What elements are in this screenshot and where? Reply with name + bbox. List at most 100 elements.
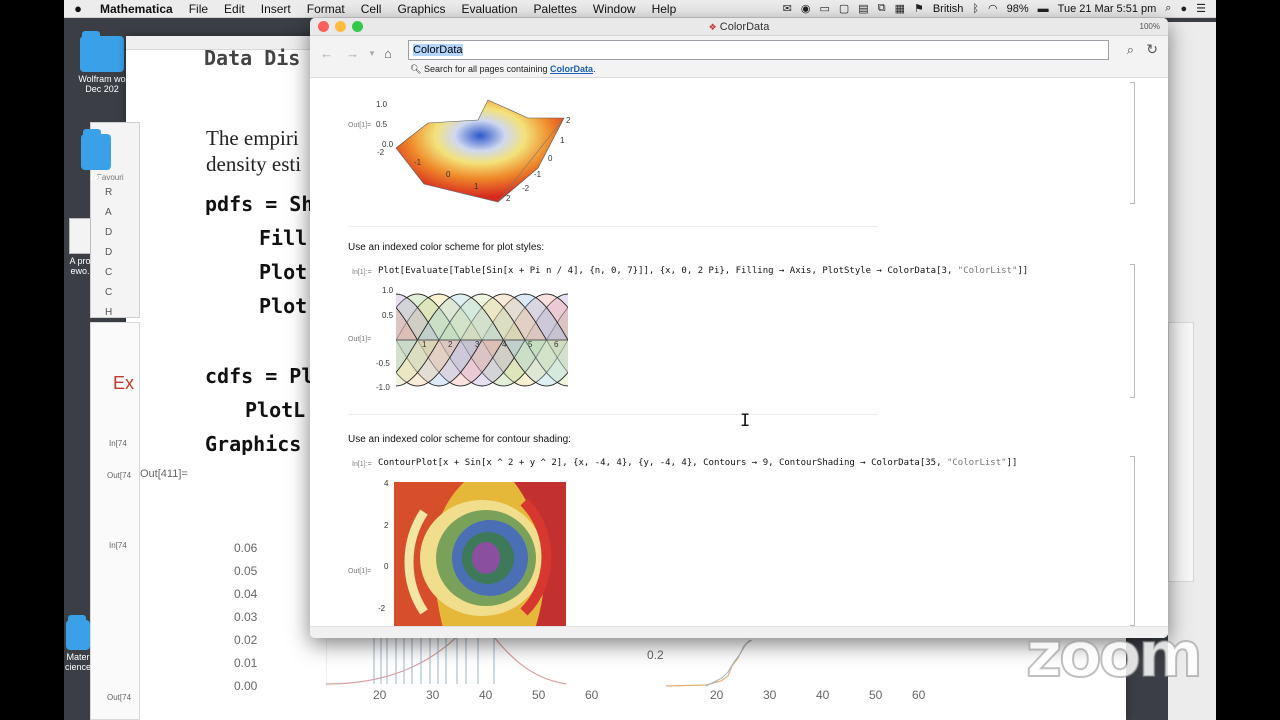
- search-input-value: ColorData: [413, 44, 463, 56]
- finder-sidebar-item[interactable]: H: [91, 302, 139, 322]
- code-input[interactable]: ContourPlot[x + Sin[x ^ 2 + y ^ 2], {x, …: [378, 458, 1017, 468]
- axis-tick-label: 20: [710, 688, 724, 702]
- screen-share-icon[interactable]: ⧉: [878, 2, 886, 15]
- zoom-level[interactable]: 100%: [1140, 22, 1160, 31]
- back-arrow-icon[interactable]: ←: [320, 46, 333, 61]
- apple-icon[interactable]: ●: [64, 1, 92, 16]
- search-hint: 🔍︎ Search for all pages containing Color…: [410, 64, 596, 75]
- menu-window[interactable]: Window: [585, 2, 644, 16]
- section-separator: [348, 414, 878, 415]
- menu-help[interactable]: Help: [644, 2, 685, 16]
- axis-tick-label: 2: [448, 340, 453, 349]
- cell-bracket[interactable]: [1130, 82, 1135, 204]
- clock[interactable]: Tue 21 Mar 5:51 pm: [1058, 3, 1157, 15]
- flag-icon[interactable]: ⚑: [914, 2, 924, 15]
- finder-sidebar-item[interactable]: C: [91, 282, 139, 302]
- notebook-code-line[interactable]: Plot: [259, 260, 307, 284]
- axis-tick-label: 1: [474, 182, 479, 191]
- search-icon[interactable]: ⌕: [1127, 42, 1134, 58]
- siri-icon[interactable]: ●: [1180, 3, 1187, 15]
- desktop-folder-wolfram[interactable]: Wolfram wo Dec 202: [76, 31, 128, 94]
- axis-tick-label: 0: [384, 562, 389, 571]
- monitor-icon[interactable]: ▭: [819, 2, 829, 15]
- surface-plot: [388, 88, 574, 208]
- finder-sidebar-item[interactable]: C: [91, 262, 139, 282]
- mail-icon[interactable]: ✉: [783, 2, 792, 15]
- home-icon[interactable]: ⌂: [384, 46, 392, 61]
- axis-tick-label: 4: [384, 479, 389, 488]
- cell-bracket[interactable]: [1130, 456, 1135, 626]
- menu-palettes[interactable]: Palettes: [526, 2, 585, 16]
- menu-graphics[interactable]: Graphics: [389, 2, 453, 16]
- sidebar-icon[interactable]: ▤: [858, 2, 868, 15]
- finder-sidebar-item[interactable]: R: [91, 182, 139, 202]
- example-window-partial[interactable]: Ex In[74 Out[74 In[74 Out[74: [90, 322, 140, 720]
- forward-arrow-icon[interactable]: →: [346, 46, 359, 61]
- axis-tick-label: 4: [502, 340, 507, 349]
- notebook-code-line[interactable]: PlotL: [245, 398, 305, 422]
- circle-status-icon[interactable]: ◉: [801, 2, 811, 15]
- surface-mesh: [395, 99, 565, 203]
- axis-tick-label: 0: [446, 170, 451, 179]
- notebook-code-line[interactable]: pdfs = Sh: [205, 192, 313, 216]
- axis-tick-label: 2: [566, 116, 571, 125]
- notebook-text-line: The empiri: [206, 126, 299, 150]
- search-input[interactable]: ColorData: [408, 40, 1109, 60]
- battery-level[interactable]: 98%: [1007, 3, 1029, 15]
- help-content[interactable]: Out[1]= 1.0 0.5 0.0 -2 -1 0 1 2 2 1 0 -1…: [310, 78, 1168, 626]
- cell-bracket[interactable]: [1130, 264, 1135, 398]
- menu-insert[interactable]: Insert: [253, 2, 299, 16]
- wifi-icon[interactable]: ◠: [988, 2, 998, 15]
- notebook-text-line: density esti: [206, 152, 302, 176]
- axis-tick-label: 0.00: [234, 679, 258, 693]
- notebook-code-line[interactable]: Graphics: [205, 432, 301, 456]
- code-text: Plot[Evaluate[Table[Sin[x + Pi n / 4], {…: [378, 266, 958, 276]
- notebook-code-line[interactable]: Fill: [259, 226, 307, 250]
- axis-tick-label: -2: [522, 184, 530, 193]
- finder-sidebar-item[interactable]: D: [91, 222, 139, 242]
- finder-sidebar-item[interactable]: A: [91, 202, 139, 222]
- axis-tick-label: 60: [585, 688, 599, 702]
- desktop-folder-label: Mater: [66, 652, 90, 662]
- input-source-label[interactable]: British: [933, 3, 964, 15]
- axis-tick-label: -1: [414, 158, 422, 167]
- vertical-scrollbar[interactable]: [1156, 78, 1164, 614]
- right-palette-partial[interactable]: [1168, 322, 1194, 582]
- contour-band: [472, 542, 500, 574]
- desktop-folder-2[interactable]: De: [70, 129, 122, 182]
- notebook-code-line[interactable]: Plot: [259, 294, 307, 318]
- notebook-code-line[interactable]: cdfs = Pl: [205, 364, 313, 388]
- desktop-document-1[interactable]: A pro ewo.: [66, 218, 94, 276]
- in-label: In[74: [109, 541, 127, 550]
- reload-icon[interactable]: ↻: [1146, 41, 1158, 58]
- menu-file[interactable]: File: [181, 2, 216, 16]
- menu-edit[interactable]: Edit: [216, 2, 253, 16]
- axis-tick-label: 0.5: [376, 120, 388, 129]
- grid-icon[interactable]: ▦: [895, 2, 905, 15]
- axis-tick-label: 0.01: [234, 656, 258, 670]
- axis-tick-label: 40: [479, 688, 493, 702]
- out-label: Out[1]=: [348, 568, 372, 575]
- window-titlebar[interactable]: ❖ ColorData 100%: [310, 18, 1168, 36]
- desktop-folder-materials[interactable]: Mater cience: [64, 615, 92, 672]
- menu-cell[interactable]: Cell: [353, 2, 390, 16]
- cdf-plot-svg: [665, 639, 753, 687]
- finder-sidebar-item[interactable]: D: [91, 242, 139, 262]
- cdf-curve: [665, 639, 751, 687]
- in-label: In[74: [109, 439, 127, 448]
- axis-tick-label: -1.0: [376, 383, 390, 392]
- code-input[interactable]: Plot[Evaluate[Table[Sin[x + Pi n / 4], {…: [378, 266, 1028, 276]
- spotlight-icon[interactable]: ⌕: [1165, 2, 1171, 15]
- axis-tick-label: 5: [528, 340, 533, 349]
- history-dropdown-icon[interactable]: ▼: [368, 49, 376, 58]
- menu-format[interactable]: Format: [299, 2, 353, 16]
- help-browser-window[interactable]: ❖ ColorData 100% ← → ▼ ⌂ ColorData 🔍︎ Se…: [310, 18, 1168, 638]
- axis-tick-label: 6: [554, 340, 559, 349]
- search-hint-link[interactable]: ColorData: [550, 64, 593, 74]
- control-center-icon[interactable]: ☰: [1196, 2, 1206, 15]
- window-icon[interactable]: ▢: [839, 2, 849, 15]
- menu-app-name[interactable]: Mathematica: [92, 2, 181, 16]
- menu-evaluation[interactable]: Evaluation: [453, 2, 525, 16]
- bluetooth-icon[interactable]: ᛒ: [972, 3, 979, 15]
- desktop: ● Mathematica File Edit Insert Format Ce…: [64, 0, 1216, 720]
